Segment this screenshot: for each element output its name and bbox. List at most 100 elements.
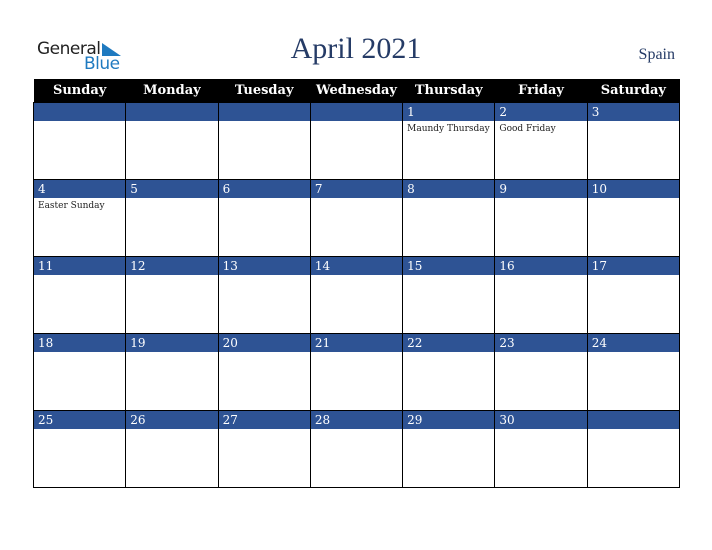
- day-cell[interactable]: [309, 102, 404, 180]
- day-number: 21: [310, 334, 403, 352]
- day-cell[interactable]: [125, 102, 219, 180]
- holiday-label: [588, 429, 679, 432]
- holiday-label: [126, 275, 217, 278]
- holiday-label: [219, 352, 310, 355]
- week-row: 1 Maundy Thursday 2 Good Friday 3: [32, 102, 681, 180]
- day-cell[interactable]: 12: [125, 256, 219, 334]
- day-cell[interactable]: 23: [494, 333, 588, 411]
- day-number: 3: [587, 103, 679, 121]
- day-number: [34, 103, 126, 121]
- weekday-monday: Monday: [125, 79, 219, 103]
- day-cell[interactable]: 2 Good Friday: [494, 102, 588, 180]
- day-cell[interactable]: 9: [494, 179, 588, 257]
- weekday-tuesday: Tuesday: [218, 79, 311, 103]
- day-number: 28: [310, 411, 403, 429]
- day-cell[interactable]: 24: [586, 333, 681, 411]
- day-number: 13: [218, 257, 310, 275]
- day-cell[interactable]: [217, 102, 311, 180]
- day-cell[interactable]: 17: [586, 256, 681, 334]
- holiday-label: [126, 121, 217, 124]
- day-number: 2: [495, 103, 587, 121]
- day-cell[interactable]: 27: [217, 410, 311, 488]
- day-cell[interactable]: 7: [309, 179, 404, 257]
- holiday-label: [588, 352, 679, 355]
- day-number: 11: [34, 257, 126, 275]
- day-cell[interactable]: 21: [309, 333, 404, 411]
- day-number: 18: [34, 334, 126, 352]
- week-row: 25 26 27 28 29 30: [32, 410, 681, 488]
- day-cell[interactable]: 6: [217, 179, 311, 257]
- holiday-label: [495, 198, 586, 201]
- weekday-wednesday: Wednesday: [310, 79, 403, 103]
- day-cell[interactable]: 20: [217, 333, 311, 411]
- holiday-label: [126, 352, 217, 355]
- holiday-label: [311, 198, 402, 201]
- day-cell[interactable]: 22: [402, 333, 496, 411]
- day-cell[interactable]: 8: [402, 179, 496, 257]
- day-number: 4: [34, 180, 126, 198]
- day-number: 1: [403, 103, 495, 121]
- weekday-friday: Friday: [494, 79, 588, 103]
- holiday-label: [34, 121, 125, 124]
- holiday-label: [588, 121, 679, 124]
- weekday-thursday: Thursday: [402, 79, 495, 103]
- holiday-label: Maundy Thursday: [407, 124, 490, 134]
- holiday-label: [311, 352, 402, 355]
- holiday-label: [311, 275, 402, 278]
- day-cell[interactable]: 29: [402, 410, 496, 488]
- day-cell[interactable]: 14: [309, 256, 404, 334]
- day-number: 20: [218, 334, 310, 352]
- week-row: 11 12 13 14 15 16 17: [32, 256, 681, 334]
- weekday-saturday: Saturday: [587, 79, 680, 103]
- day-number: 8: [403, 180, 495, 198]
- holiday-label: [403, 352, 494, 355]
- calendar-title: April 2021: [290, 32, 422, 65]
- holiday-label: [219, 198, 310, 201]
- day-number: [126, 103, 218, 121]
- day-number: 22: [403, 334, 495, 352]
- day-cell[interactable]: 4 Easter Sunday: [32, 179, 127, 257]
- day-number: 10: [587, 180, 679, 198]
- day-number: 14: [310, 257, 403, 275]
- day-cell[interactable]: [32, 102, 127, 180]
- day-number: 12: [126, 257, 218, 275]
- day-cell[interactable]: 16: [494, 256, 588, 334]
- day-number: 5: [126, 180, 218, 198]
- weekday-sunday: Sunday: [33, 79, 126, 103]
- day-cell[interactable]: 30: [494, 410, 588, 488]
- day-number: 7: [310, 180, 403, 198]
- day-cell[interactable]: 10: [586, 179, 681, 257]
- day-number: 27: [218, 411, 310, 429]
- day-cell[interactable]: 1 Maundy Thursday: [402, 102, 496, 180]
- day-number: 26: [126, 411, 218, 429]
- day-cell[interactable]: 25: [32, 410, 127, 488]
- day-cell[interactable]: 11: [32, 256, 127, 334]
- day-number: 24: [587, 334, 679, 352]
- day-cell[interactable]: 28: [309, 410, 404, 488]
- holiday-label: [495, 275, 586, 278]
- day-number: 30: [495, 411, 587, 429]
- holiday-label: Easter Sunday: [38, 201, 105, 211]
- holiday-label: [588, 198, 679, 201]
- day-cell[interactable]: 26: [125, 410, 219, 488]
- holiday-label: [219, 121, 310, 124]
- day-number: 9: [495, 180, 587, 198]
- country-label: Spain: [638, 46, 675, 63]
- day-cell[interactable]: 18: [32, 333, 127, 411]
- day-cell[interactable]: 3: [586, 102, 681, 180]
- day-number: 17: [587, 257, 679, 275]
- day-cell[interactable]: 19: [125, 333, 219, 411]
- week-row: 18 19 20 21 22 23 24: [32, 333, 681, 411]
- day-number: [310, 103, 403, 121]
- day-cell[interactable]: [586, 410, 681, 488]
- holiday-label: [34, 275, 125, 278]
- holiday-label: [311, 429, 402, 432]
- holiday-label: [495, 352, 586, 355]
- calendar-grid: Sunday Monday Tuesday Wednesday Thursday…: [32, 79, 681, 488]
- day-cell[interactable]: 13: [217, 256, 311, 334]
- holiday-label: [34, 352, 125, 355]
- day-cell[interactable]: 15: [402, 256, 496, 334]
- day-cell[interactable]: 5: [125, 179, 219, 257]
- day-number: 25: [34, 411, 126, 429]
- holiday-label: [403, 275, 494, 278]
